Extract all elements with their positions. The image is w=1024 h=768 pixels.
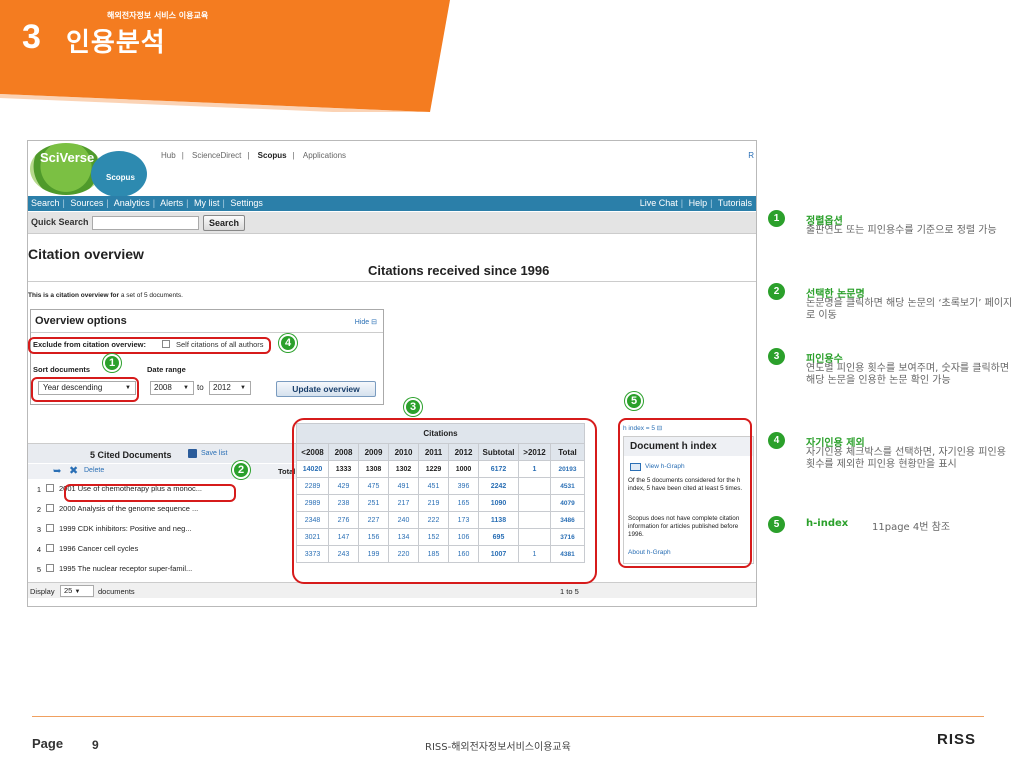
citation-overview-title: Citation overview xyxy=(28,246,144,262)
citations-received-heading: Citations received since 1996 xyxy=(368,263,550,278)
display-select[interactable]: 25 ▼ xyxy=(60,585,94,597)
page-range: 1 to 5 xyxy=(560,587,579,596)
document-title-link[interactable]: 1996 Cancer cell cycles xyxy=(59,544,138,553)
table-row: 2 2000 Analysis of the genome sequence .… xyxy=(36,504,199,514)
document-title-link[interactable]: 1999 CDK inhibitors: Positive and neg... xyxy=(59,524,192,533)
top-nav-scopus[interactable]: Scopus xyxy=(258,151,287,160)
top-nav-applications[interactable]: Applications xyxy=(303,151,346,160)
quick-search-label: Quick Search xyxy=(31,217,89,227)
from-year-select[interactable]: 2008 ▼ xyxy=(150,381,194,395)
top-nav-sciencedirect[interactable]: ScienceDirect xyxy=(192,151,241,160)
highlight-citations-table xyxy=(292,418,597,584)
highlight-sort xyxy=(31,377,139,402)
note-number: 4 xyxy=(768,432,785,449)
documents-toolbar: ➥ ✖ Delete Total xyxy=(28,464,296,479)
overview-options-title: Overview options xyxy=(35,315,127,327)
marker-2: 2 xyxy=(232,461,250,479)
nav-search[interactable]: Search xyxy=(31,198,60,208)
note-number: 5 xyxy=(768,516,785,533)
highlight-document-title xyxy=(64,484,236,502)
nav-sources[interactable]: Sources xyxy=(70,198,103,208)
note-number: 3 xyxy=(768,348,785,365)
search-button[interactable]: Search xyxy=(203,215,245,231)
nav-help[interactable]: Help xyxy=(689,198,708,208)
note-description: 11page 4번 참조 xyxy=(872,522,951,533)
header-banner: 3 해외전자정보 서비스 이용교육 인용분석 xyxy=(0,0,450,112)
top-nav-hub[interactable]: Hub xyxy=(161,151,176,160)
delete-icon[interactable]: ✖ xyxy=(69,464,78,477)
nav-right-group: Live Chat | Help | Tutorials xyxy=(639,198,752,208)
sort-documents-label: Sort documents xyxy=(33,365,91,374)
quick-search-bar: Quick Search Search xyxy=(28,212,756,234)
delete-link[interactable]: Delete xyxy=(84,467,104,474)
nav-my-list[interactable]: My list xyxy=(194,198,220,208)
marker-1: 1 xyxy=(103,354,121,372)
date-range-label: Date range xyxy=(147,365,186,374)
divider xyxy=(31,332,383,333)
riss-logo: RISS xyxy=(937,731,977,748)
note-description: 출판연도 또는 피인용수를 기준으로 정렬 가능 xyxy=(806,225,997,236)
highlight-h-index xyxy=(618,418,752,568)
note-number: 1 xyxy=(768,210,785,227)
display-bar: Display 25 ▼ documents 1 to 5 xyxy=(28,582,756,598)
slide: 3 해외전자정보 서비스 이용교육 인용분석 SciVerse Scopus H… xyxy=(0,0,1024,768)
section-subtitle: 해외전자정보 서비스 이용교육 xyxy=(107,11,209,20)
chevron-down-icon: ▼ xyxy=(183,385,189,391)
section-title: 인용분석 xyxy=(66,28,166,58)
document-title-link[interactable]: 1995 The nuclear receptor super-famil... xyxy=(59,564,192,573)
nav-tutorials[interactable]: Tutorials xyxy=(718,198,752,208)
table-row: 3 1999 CDK inhibitors: Positive and neg.… xyxy=(36,524,192,534)
table-row: 4 1996 Cancer cell cycles xyxy=(36,544,139,554)
to-label: to xyxy=(197,383,204,392)
top-right-link[interactable]: R xyxy=(748,151,754,160)
page-number: 9 xyxy=(92,738,99,752)
note-description: 논문명을 클릭하면 해당 논문의 ‘초록보기’ 페이지로 이동 xyxy=(806,298,1013,321)
arrow-icon[interactable]: ➥ xyxy=(53,466,61,477)
save-icon[interactable] xyxy=(188,449,197,458)
highlight-exclude xyxy=(28,337,271,354)
page-label: Page xyxy=(32,736,64,751)
nav-alerts[interactable]: Alerts xyxy=(160,198,183,208)
note-number: 2 xyxy=(768,283,785,300)
nav-analytics[interactable]: Analytics xyxy=(114,198,150,208)
section-number: 3 xyxy=(22,18,41,56)
sciverse-logo-text: SciVerse xyxy=(40,150,95,165)
save-list-link[interactable]: Save list xyxy=(201,450,227,457)
documents-header: 5 Cited Documents Save list xyxy=(28,443,296,463)
nav-settings[interactable]: Settings xyxy=(230,198,263,208)
note-description: 연도별 피인용 횟수를 보여주며, 숫자를 클릭하면 해당 논문을 인용한 논문… xyxy=(806,363,1010,386)
row-checkbox[interactable] xyxy=(46,564,54,572)
footer-text: RISS-해외전자정보서비스이용교육 xyxy=(425,742,571,753)
chevron-down-icon: ▼ xyxy=(240,385,246,391)
table-row: 5 1995 The nuclear receptor super-famil.… xyxy=(36,564,193,574)
note-description: 자기인용 체크박스를 선택하면, 자기인용 피인용 횟수를 제외한 피인용 현황… xyxy=(806,447,1006,470)
document-title-link[interactable]: 2000 Analysis of the genome sequence ... xyxy=(59,504,198,513)
documents-title: 5 Cited Documents xyxy=(90,450,172,460)
marker-3: 3 xyxy=(404,398,422,416)
divider xyxy=(28,281,756,282)
top-nav: Hub | ScienceDirect | Scopus | Applications xyxy=(161,151,347,160)
note-title: h-index xyxy=(806,518,849,529)
row-checkbox[interactable] xyxy=(46,484,54,492)
display-docs-label: documents xyxy=(98,587,135,596)
main-nav-bar: Search | Sources | Analytics | Alerts | My l… xyxy=(28,196,756,211)
footer-divider xyxy=(32,716,984,717)
marker-4: 4 xyxy=(279,334,297,352)
display-label: Display xyxy=(30,587,55,596)
update-overview-button[interactable]: Update overview xyxy=(276,381,376,397)
row-checkbox[interactable] xyxy=(46,524,54,532)
marker-5: 5 xyxy=(625,392,643,410)
row-checkbox[interactable] xyxy=(46,544,54,552)
quick-search-input[interactable] xyxy=(92,216,199,230)
to-year-select[interactable]: 2012 ▼ xyxy=(209,381,251,395)
chevron-down-icon: ▼ xyxy=(74,589,81,595)
hide-link[interactable]: Hide ⊟ xyxy=(355,318,377,326)
scopus-logo-text: Scopus xyxy=(106,173,135,182)
nav-live-chat[interactable]: Live Chat xyxy=(640,198,678,208)
row-checkbox[interactable] xyxy=(46,504,54,512)
overview-note: This is a citation overview for a set of… xyxy=(28,292,183,299)
